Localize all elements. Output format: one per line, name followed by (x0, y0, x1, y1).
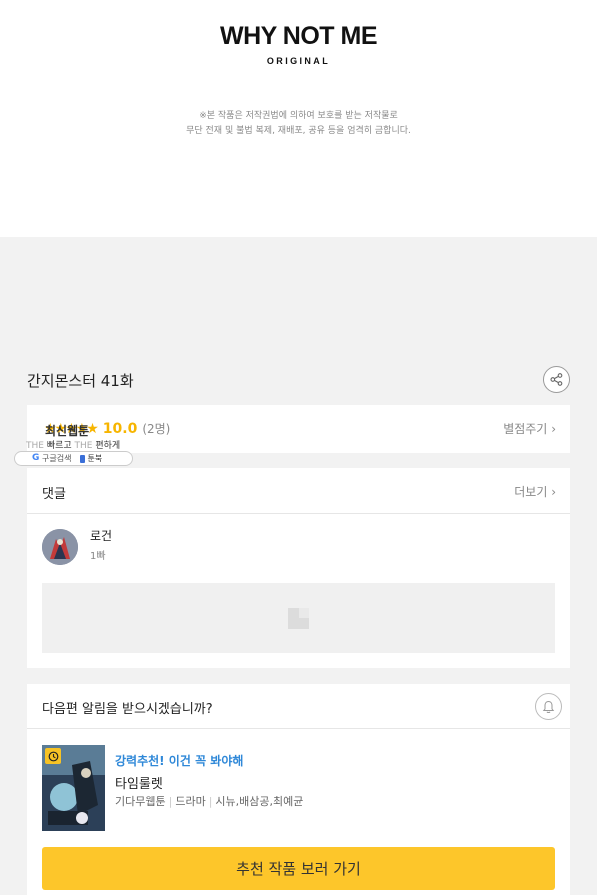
top-banner: WHY NOT ME ORIGINAL ※본 작품은 저작권법에 의하여 보호를… (0, 0, 597, 237)
share-icon (550, 373, 563, 386)
search-site-label: 툰북 (87, 454, 103, 463)
recommendation-tag: 강력추천! 이건 꼭 봐야해 (115, 754, 244, 768)
next-episode-question: 다음편 알림을 받으시겠습니까? (42, 702, 213, 717)
comment-text: 1빠 (90, 551, 106, 562)
comment-image-placeholder (42, 583, 555, 653)
more-comments-button[interactable]: 더보기 › (514, 483, 556, 500)
slogan-part: THE (74, 441, 93, 451)
search-pill[interactable]: G 구글검색 툰북 (14, 451, 133, 466)
comment-header: 댓글 더보기 › (27, 468, 570, 514)
overlay-slogan: THE 빠르고 THE 편하게 (26, 438, 120, 451)
comment-card: 댓글 더보기 › 로건 1빠 (27, 468, 570, 668)
slogan-part: 편하게 (95, 441, 121, 451)
next-episode-card: 다음편 알림을 받으시겠습니까? 강력추천! 이건 꼭 봐야해 타임룰렛 기다무… (27, 684, 570, 895)
bookmark-icon (80, 454, 86, 463)
avatar-image (42, 529, 78, 565)
rating-votes: (2명) (142, 422, 171, 436)
recommended-thumbnail[interactable] (42, 745, 105, 831)
brand-logo: WHY NOT ME (219, 22, 378, 50)
meta-divider: | (208, 795, 213, 808)
comment-section-title: 댓글 (42, 487, 66, 502)
more-comments-label: 더보기 (514, 485, 548, 499)
image-placeholder-corner (299, 608, 309, 618)
slogan-part: THE (26, 441, 44, 451)
search-engine-label: 구글검색 (42, 454, 72, 463)
recommendation-genre: 드라마 (175, 795, 206, 808)
recommendation-studio: 기다무웹툰 (115, 795, 166, 808)
copyright-notice: ※본 작품은 저작권법에 의하여 보호를 받는 저작물로 무단 전재 및 불법 … (0, 109, 597, 139)
chevron-right-icon: › (551, 485, 556, 499)
bell-icon (542, 700, 555, 713)
chevron-right-icon: › (551, 422, 556, 436)
clock-icon (48, 751, 58, 761)
episode-title: 간지몬스터 41화 (27, 372, 134, 390)
copyright-notice-line1: ※본 작품은 저작권법에 의하여 보호를 받는 저작물로 (199, 111, 398, 121)
copyright-notice-line2: 무단 전재 및 불법 복제, 재배포, 공유 등을 엄격히 금합니다. (186, 126, 411, 136)
slogan-part: 빠르고 (46, 441, 72, 451)
view-recommended-button[interactable]: 추천 작품 보러 가기 (42, 847, 555, 890)
overlay-label: 최신웹툰 (45, 424, 90, 438)
brand-logo-subtitle: ORIGINAL (266, 56, 331, 66)
meta-divider: | (168, 795, 173, 808)
clock-badge-icon (45, 748, 61, 764)
recommendation-title[interactable]: 타임룰렛 (115, 773, 163, 792)
comment-author: 로건 (90, 529, 113, 543)
recommendation-authors: 시뉴,배삼공,최예균 (215, 795, 304, 808)
google-icon: G (32, 453, 40, 463)
recommendation-meta: 기다무웹툰 | 드라마 | 시뉴,배삼공,최예균 (115, 793, 303, 809)
rating-score: 10.0 (102, 421, 138, 437)
notification-bell-button[interactable] (535, 693, 562, 720)
share-button[interactable] (543, 366, 570, 393)
rate-button-label: 별점주기 (503, 422, 548, 436)
avatar (42, 529, 78, 565)
next-episode-header: 다음편 알림을 받으시겠습니까? (27, 684, 570, 729)
rate-button[interactable]: 별점주기 › (503, 420, 556, 437)
